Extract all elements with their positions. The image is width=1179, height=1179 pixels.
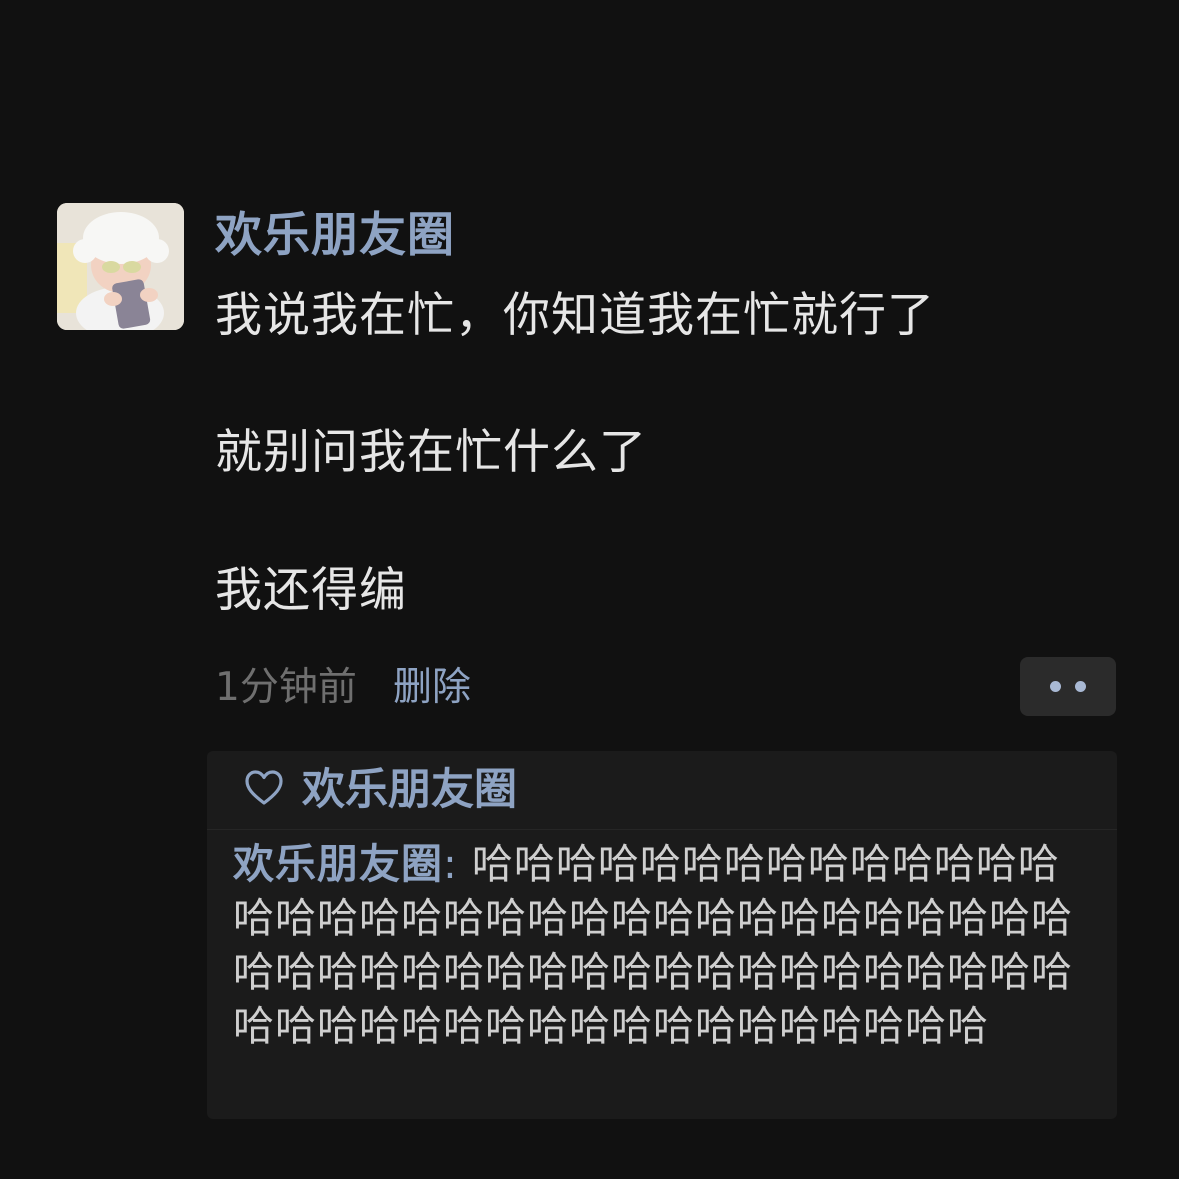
heart-icon [245,770,283,805]
moment-post: 欢乐朋友圈 我说我在忙，你知道我在忙就行了 就别问我在忙什么了 我还得编 1分钟… [0,0,1179,1179]
comment-separator: : [443,840,458,888]
comment-item[interactable]: 欢乐朋友圈: 哈哈哈哈哈哈哈哈哈哈哈哈哈哈哈哈哈哈哈哈哈哈哈哈哈哈哈哈哈哈哈哈哈… [233,837,1097,1053]
avatar-image [57,203,184,330]
post-content-line: 我还得编 [215,563,407,618]
post-content-line: 就别问我在忙什么了 [215,425,647,480]
likes-row: 欢乐朋友圈 [207,751,1117,830]
post-author[interactable]: 欢乐朋友圈 [215,204,455,268]
likes-comments-panel: 欢乐朋友圈 欢乐朋友圈: 哈哈哈哈哈哈哈哈哈哈哈哈哈哈哈哈哈哈哈哈哈哈哈哈哈哈哈… [207,751,1117,1119]
post-content-line: 我说我在忙，你知道我在忙就行了 [215,288,935,343]
avatar[interactable] [57,203,184,330]
comment-author[interactable]: 欢乐朋友圈 [233,840,443,888]
delete-link[interactable]: 删除 [393,660,471,716]
more-dots-icon [1075,681,1086,692]
more-dots-icon [1050,681,1061,692]
post-timestamp: 1分钟前 [215,665,357,710]
more-actions-button[interactable] [1020,657,1116,716]
liker-name[interactable]: 欢乐朋友圈 [302,759,517,821]
